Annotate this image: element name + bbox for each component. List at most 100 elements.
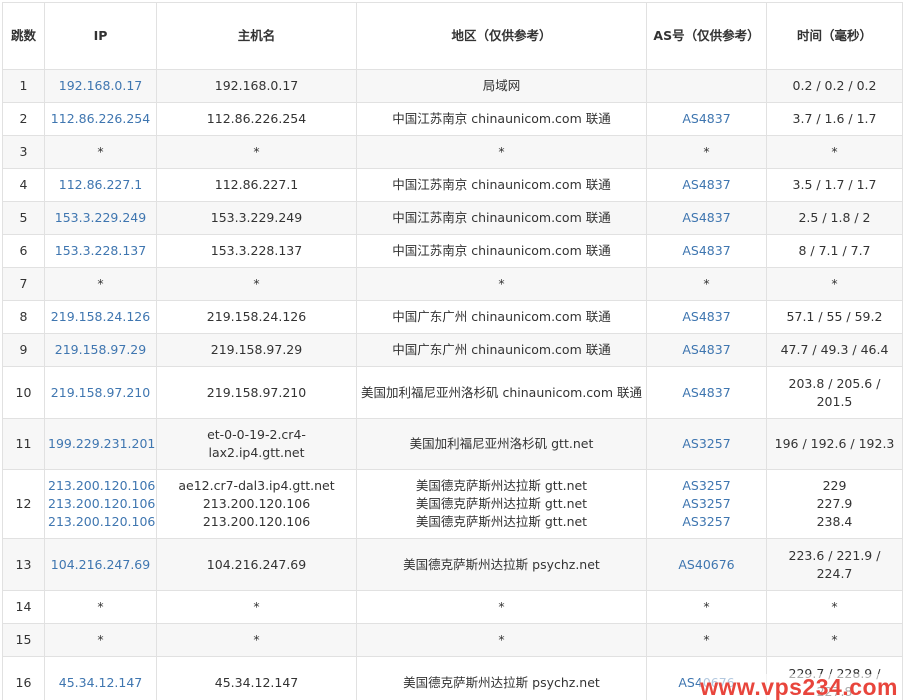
- as-link[interactable]: AS3257: [650, 513, 763, 531]
- time-cell: *: [766, 267, 903, 301]
- ip-text: *: [97, 599, 104, 614]
- ip-link[interactable]: 192.168.0.17: [48, 77, 153, 95]
- as-cell: AS3257: [646, 418, 767, 470]
- host-text: 45.34.12.147: [214, 674, 299, 690]
- as-cell: [646, 69, 767, 103]
- as-cell: *: [646, 590, 767, 624]
- ip-link[interactable]: 153.3.228.137: [48, 242, 153, 260]
- as-cell: AS4837: [646, 300, 767, 334]
- ip-cell: *: [44, 267, 157, 301]
- host-cell: *: [156, 135, 357, 169]
- host-text: *: [253, 632, 260, 647]
- host-text: et-0-0-19-2.cr4-lax2.ip4.gtt.net: [207, 427, 306, 460]
- as-link[interactable]: AS40676: [650, 556, 763, 574]
- as-link[interactable]: AS4837: [650, 242, 763, 260]
- as-link[interactable]: AS4837: [650, 176, 763, 194]
- time-text: 227.9: [816, 496, 853, 511]
- region-text: *: [498, 276, 505, 291]
- ip-link[interactable]: 112.86.226.254: [48, 110, 153, 128]
- region-cell: *: [356, 590, 647, 624]
- as-cell: AS4837: [646, 234, 767, 268]
- as-cell: *: [646, 267, 767, 301]
- table-row: 11 199.229.231.201 et-0-0-19-2.cr4-lax2.ip…: [2, 418, 903, 470]
- ip-cell: 192.168.0.17: [44, 69, 157, 103]
- as-link[interactable]: AS4837: [650, 384, 763, 402]
- host-cell: 153.3.228.137: [156, 234, 357, 268]
- ip-cell: 153.3.228.137: [44, 234, 157, 268]
- as-link[interactable]: AS4837: [650, 308, 763, 326]
- ip-link[interactable]: 45.34.12.147: [48, 674, 153, 692]
- table-row: 4 112.86.227.1 112.86.227.1 中国江苏南京 chinauni…: [2, 168, 903, 202]
- hop-cell: 3: [2, 135, 45, 169]
- as-link[interactable]: AS3257: [650, 495, 763, 513]
- region-text: 中国广东广州 chinaunicom.com 联通: [392, 342, 611, 357]
- region-text: *: [498, 144, 505, 159]
- ip-link[interactable]: 153.3.229.249: [48, 209, 153, 227]
- time-text: 57.1 / 55 / 59.2: [786, 309, 883, 324]
- as-cell: AS4837: [646, 168, 767, 202]
- host-text: 153.3.228.137: [210, 243, 303, 258]
- hop-cell: 4: [2, 168, 45, 202]
- region-cell: 美国德克萨斯州达拉斯 gtt.net 美国德克萨斯州达拉斯 gtt.net 美国德克…: [356, 469, 647, 539]
- ip-link[interactable]: 112.86.227.1: [48, 176, 153, 194]
- ip-cell: 219.158.97.210: [44, 366, 157, 419]
- header-region: 地区（仅供参考）: [356, 2, 647, 70]
- hop-cell: 6: [2, 234, 45, 268]
- time-text: 3.7 / 1.6 / 1.7: [792, 111, 877, 126]
- region-cell: 中国江苏南京 chinaunicom.com 联通: [356, 234, 647, 268]
- ip-cell: *: [44, 590, 157, 624]
- as-cell: *: [646, 623, 767, 657]
- ip-link[interactable]: 213.200.120.106: [48, 477, 155, 495]
- table-header-row: 跳数 IP 主机名 地区（仅供参考） AS号（仅供参考） 时间（毫秒）: [2, 2, 903, 70]
- host-text: 219.158.24.126: [206, 309, 307, 324]
- time-text: *: [831, 599, 838, 614]
- table-row: 8 219.158.24.126 219.158.24.126 中国广东广州 chin…: [2, 300, 903, 334]
- host-cell: 219.158.97.210: [156, 366, 357, 419]
- as-cell: AS4837: [646, 102, 767, 136]
- table-row: 9 219.158.97.29 219.158.97.29 中国广东广州 chinau…: [2, 333, 903, 367]
- hop-cell: 2: [2, 102, 45, 136]
- as-link[interactable]: AS3257: [650, 477, 763, 495]
- header-ip: IP: [44, 2, 157, 70]
- as-cell: AS4837: [646, 201, 767, 235]
- region-cell: 美国德克萨斯州达拉斯 psychz.net: [356, 538, 647, 591]
- as-link[interactable]: AS4837: [650, 341, 763, 359]
- time-cell: *: [766, 590, 903, 624]
- time-text: 203.8 / 205.6 / 201.5: [788, 375, 881, 409]
- as-text: *: [703, 632, 710, 647]
- ip-link[interactable]: 219.158.97.210: [48, 384, 153, 402]
- ip-link[interactable]: 213.200.120.106: [48, 513, 155, 531]
- ip-cell: 219.158.24.126: [44, 300, 157, 334]
- host-text: *: [253, 276, 260, 291]
- time-text: 2.5 / 1.8 / 2: [798, 210, 871, 225]
- host-cell: 219.158.97.29: [156, 333, 357, 367]
- ip-cell: 104.216.247.69: [44, 538, 157, 591]
- host-text: 112.86.227.1: [214, 177, 299, 192]
- region-cell: 美国德克萨斯州达拉斯 psychz.net: [356, 656, 647, 700]
- ip-cell: 213.200.120.106 213.200.120.106 213.200.12…: [44, 469, 157, 539]
- host-text: *: [253, 599, 260, 614]
- time-text: 3.5 / 1.7 / 1.7: [792, 177, 877, 192]
- as-text: *: [703, 144, 710, 159]
- ip-link[interactable]: 219.158.24.126: [48, 308, 153, 326]
- time-cell: 47.7 / 49.3 / 46.4: [766, 333, 903, 367]
- time-text: 196 / 192.6 / 192.3: [774, 436, 895, 451]
- region-text: 中国广东广州 chinaunicom.com 联通: [392, 309, 611, 324]
- ip-link[interactable]: 104.216.247.69: [48, 556, 153, 574]
- ip-cell: 153.3.229.249: [44, 201, 157, 235]
- ip-link[interactable]: 213.200.120.106: [48, 495, 155, 513]
- ip-link[interactable]: 199.229.231.201: [48, 435, 155, 453]
- region-text: *: [498, 599, 505, 614]
- ip-link[interactable]: 219.158.97.29: [48, 341, 153, 359]
- region-cell: 中国广东广州 chinaunicom.com 联通: [356, 333, 647, 367]
- host-text: ae12.cr7-dal3.ip4.gtt.net: [178, 478, 335, 493]
- table-row: 14 * * * * *: [2, 590, 903, 624]
- region-cell: 中国广东广州 chinaunicom.com 联通: [356, 300, 647, 334]
- as-link[interactable]: AS4837: [650, 209, 763, 227]
- as-text: *: [703, 276, 710, 291]
- as-link[interactable]: AS4837: [650, 110, 763, 128]
- as-link[interactable]: AS3257: [650, 435, 763, 453]
- time-cell: *: [766, 135, 903, 169]
- hop-cell: 9: [2, 333, 45, 367]
- traceroute-table: 跳数 IP 主机名 地区（仅供参考） AS号（仅供参考） 时间（毫秒） 1 192…: [2, 2, 903, 700]
